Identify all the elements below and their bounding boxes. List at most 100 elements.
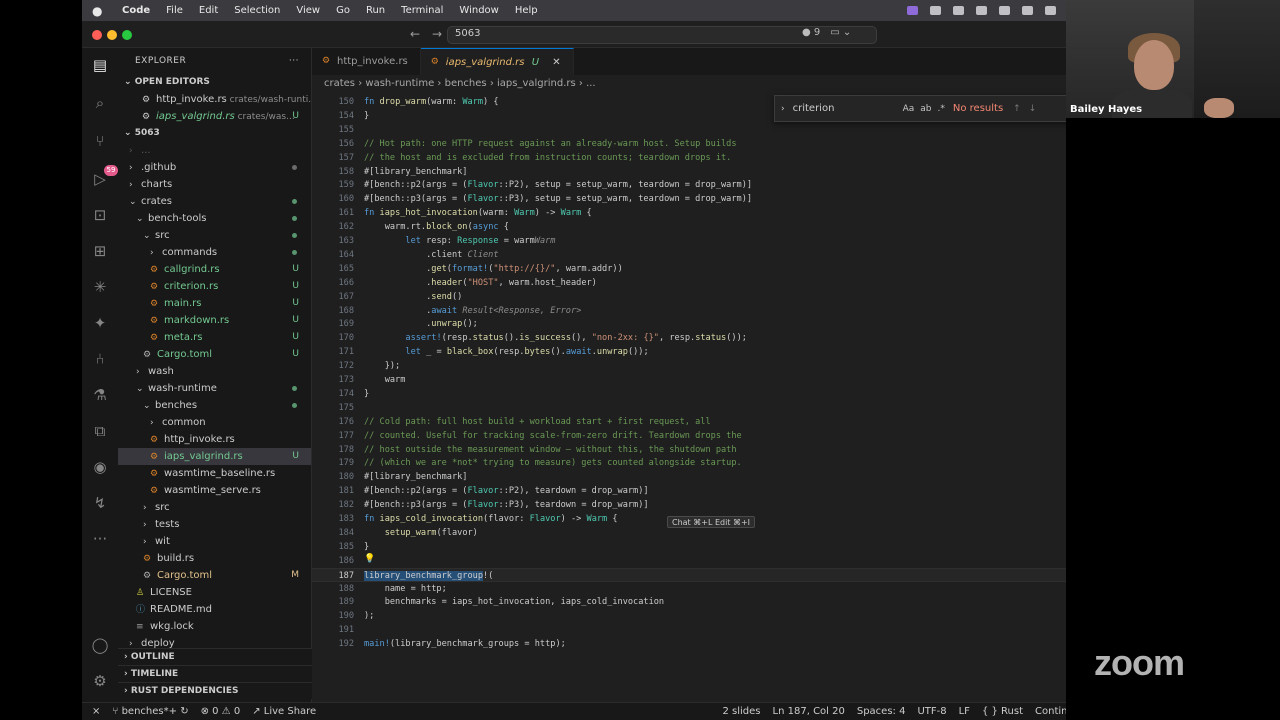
line-ending[interactable]: LF (959, 706, 970, 717)
file-item[interactable]: ⚙ wasmtime_baseline.rs (118, 465, 311, 482)
more-actions-icon[interactable]: ··· (289, 48, 299, 74)
menu-item-go[interactable]: Go (336, 5, 350, 16)
file-item[interactable]: ⓘ README.md (118, 601, 311, 618)
close-icon[interactable]: ✕ (552, 57, 560, 68)
file-item[interactable]: ⚙ build.rs (118, 550, 311, 567)
remote-explorer-icon[interactable]: ⊡ (91, 206, 109, 224)
slides-indicator[interactable]: 2 slides (723, 706, 761, 717)
file-item[interactable]: ⚙ Cargo.toml M (118, 567, 311, 584)
accounts-icon[interactable]: ◯ (91, 636, 109, 654)
zoom-window-button[interactable] (122, 30, 132, 40)
file-item[interactable]: ♙ LICENSE (118, 584, 311, 601)
file-item[interactable]: ⚙ markdown.rs U (118, 312, 311, 329)
ai-assistant-icon[interactable]: ✳ (91, 278, 109, 296)
folder-item[interactable]: › commands (118, 244, 311, 261)
breadcrumb-item[interactable]: ... (586, 78, 596, 89)
file-item[interactable]: ≡ wkg.lock (118, 618, 311, 635)
folder-item[interactable]: › common (118, 414, 311, 431)
folder-item[interactable]: ⌄ src (118, 227, 311, 244)
menu-item-code[interactable]: Code (122, 5, 150, 16)
file-item[interactable]: ⚙ criterion.rs U (118, 278, 311, 295)
file-item[interactable]: ⚙ wasmtime_serve.rs (118, 482, 311, 499)
problems-indicator[interactable]: ⊗ 0 ⚠ 0 (201, 706, 241, 717)
file-item[interactable]: ⚙ main.rs U (118, 295, 311, 312)
file-item[interactable]: ⚙ Cargo.toml U (118, 346, 311, 363)
language-mode[interactable]: { } Rust (982, 706, 1023, 717)
folder-item[interactable]: › tests (118, 516, 311, 533)
tray-icon[interactable] (976, 6, 987, 15)
source-control-icon[interactable]: ⑂ (91, 132, 109, 150)
cursor-position[interactable]: Ln 187, Col 20 (773, 706, 845, 717)
outline-section[interactable]: › OUTLINE (118, 648, 312, 665)
tray-icon[interactable] (953, 6, 964, 15)
remote-icon[interactable]: ⨯ (92, 706, 100, 717)
menu-item-terminal[interactable]: Terminal (401, 5, 443, 16)
breadcrumb-item[interactable]: wash-runtime (365, 78, 434, 89)
git-graph-icon[interactable]: ⑃ (91, 350, 109, 368)
minimize-window-button[interactable] (107, 30, 117, 40)
search-icon[interactable] (1045, 6, 1056, 15)
github-icon[interactable]: ◉ (91, 458, 109, 476)
whole-word-toggle[interactable]: ab (920, 104, 931, 114)
match-case-toggle[interactable]: Aa (903, 104, 915, 114)
rust-dependencies-section[interactable]: › RUST DEPENDENCIES (118, 682, 312, 699)
tab-http-invoke[interactable]: ⚙ http_invoke.rs (312, 48, 421, 75)
participant-video[interactable]: Bailey Hayes (1066, 0, 1194, 118)
containers-icon[interactable]: ⧉ (91, 422, 109, 440)
branch-indicator[interactable]: ⑂ benches*+ ↻ (112, 706, 188, 717)
explorer-icon[interactable]: ▤ (91, 56, 109, 74)
copilot-status[interactable]: ● 9 (802, 27, 820, 38)
file-item[interactable]: ⚙ iaps_valgrind.rs U (118, 448, 311, 465)
folder-item[interactable]: ›... (118, 142, 311, 159)
wifi-icon[interactable] (1022, 6, 1033, 15)
folder-item[interactable]: › .github (118, 159, 311, 176)
folder-item[interactable]: › wash (118, 363, 311, 380)
breadcrumb-item[interactable]: benches (445, 78, 487, 89)
open-editor-item[interactable]: ⚙ iaps_valgrind.rs crates/was... U (118, 108, 311, 125)
breadcrumb-item[interactable]: crates (324, 78, 355, 89)
folder-item[interactable]: › charts (118, 176, 311, 193)
code-view[interactable]: 150 fn drop_warm(warm: Warm) {154} 155 156 /… (312, 92, 1066, 702)
menu-item-edit[interactable]: Edit (199, 5, 218, 16)
open-editor-item[interactable]: ⚙ http_invoke.rs crates/wash-runti... (118, 91, 311, 108)
timeline-section[interactable]: › TIMELINE (118, 665, 312, 682)
breadcrumb-item[interactable]: iaps_valgrind.rs (497, 78, 576, 89)
folder-item[interactable]: ⌄ benches (118, 397, 311, 414)
menu-item-file[interactable]: File (166, 5, 183, 16)
menu-item-selection[interactable]: Selection (234, 5, 280, 16)
testing-icon[interactable]: ⚗ (91, 386, 109, 404)
search-icon[interactable]: ⌕ (91, 94, 109, 112)
menu-item-view[interactable]: View (296, 5, 320, 16)
folder-item[interactable]: › src (118, 499, 311, 516)
more-icon[interactable]: ··· (91, 530, 109, 548)
close-window-button[interactable] (92, 30, 102, 40)
chevron-right-icon[interactable]: › (781, 104, 785, 114)
run-debug-icon[interactable]: ▷ (91, 170, 109, 188)
file-item[interactable]: ⚙ http_invoke.rs (118, 431, 311, 448)
encoding[interactable]: UTF-8 (917, 706, 946, 717)
tab-iaps-valgrind[interactable]: ⚙ iaps_valgrind.rs U ✕ (420, 48, 574, 75)
lightbulb-icon[interactable]: 💡 (364, 554, 375, 564)
tray-icon[interactable] (930, 6, 941, 15)
menu-item-help[interactable]: Help (515, 5, 538, 16)
folder-item[interactable]: › wit (118, 533, 311, 550)
folder-item[interactable]: ⌄ wash-runtime (118, 380, 311, 397)
workspace-root[interactable]: ⌄ 5063 (118, 125, 311, 142)
layout-icon[interactable]: ▭ ⌄ (830, 27, 851, 38)
find-nav-arrows-icon[interactable]: ↑↓ (1013, 104, 1044, 114)
menu-item-window[interactable]: Window (459, 5, 498, 16)
regex-toggle[interactable]: .* (938, 104, 945, 114)
apple-icon[interactable]: ● (92, 4, 108, 18)
extensions-icon[interactable]: ⊞ (91, 242, 109, 260)
open-editors-section[interactable]: ⌄ OPEN EDITORS (118, 74, 311, 91)
settings-gear-icon[interactable]: ⚙ (91, 672, 109, 690)
folder-item[interactable]: ⌄ crates (118, 193, 311, 210)
file-item[interactable]: ⚙ callgrind.rs U (118, 261, 311, 278)
menu-item-run[interactable]: Run (366, 5, 385, 16)
folder-item[interactable]: ⌄ bench-tools (118, 210, 311, 227)
live-share-button[interactable]: ↗ Live Share (252, 706, 316, 717)
file-item[interactable]: ⚙ meta.rs U (118, 329, 311, 346)
chat-edit-hint[interactable]: Chat ⌘+L Edit ⌘+I (667, 516, 756, 528)
python-icon[interactable]: ✦ (91, 314, 109, 332)
tray-icon[interactable] (907, 6, 918, 15)
